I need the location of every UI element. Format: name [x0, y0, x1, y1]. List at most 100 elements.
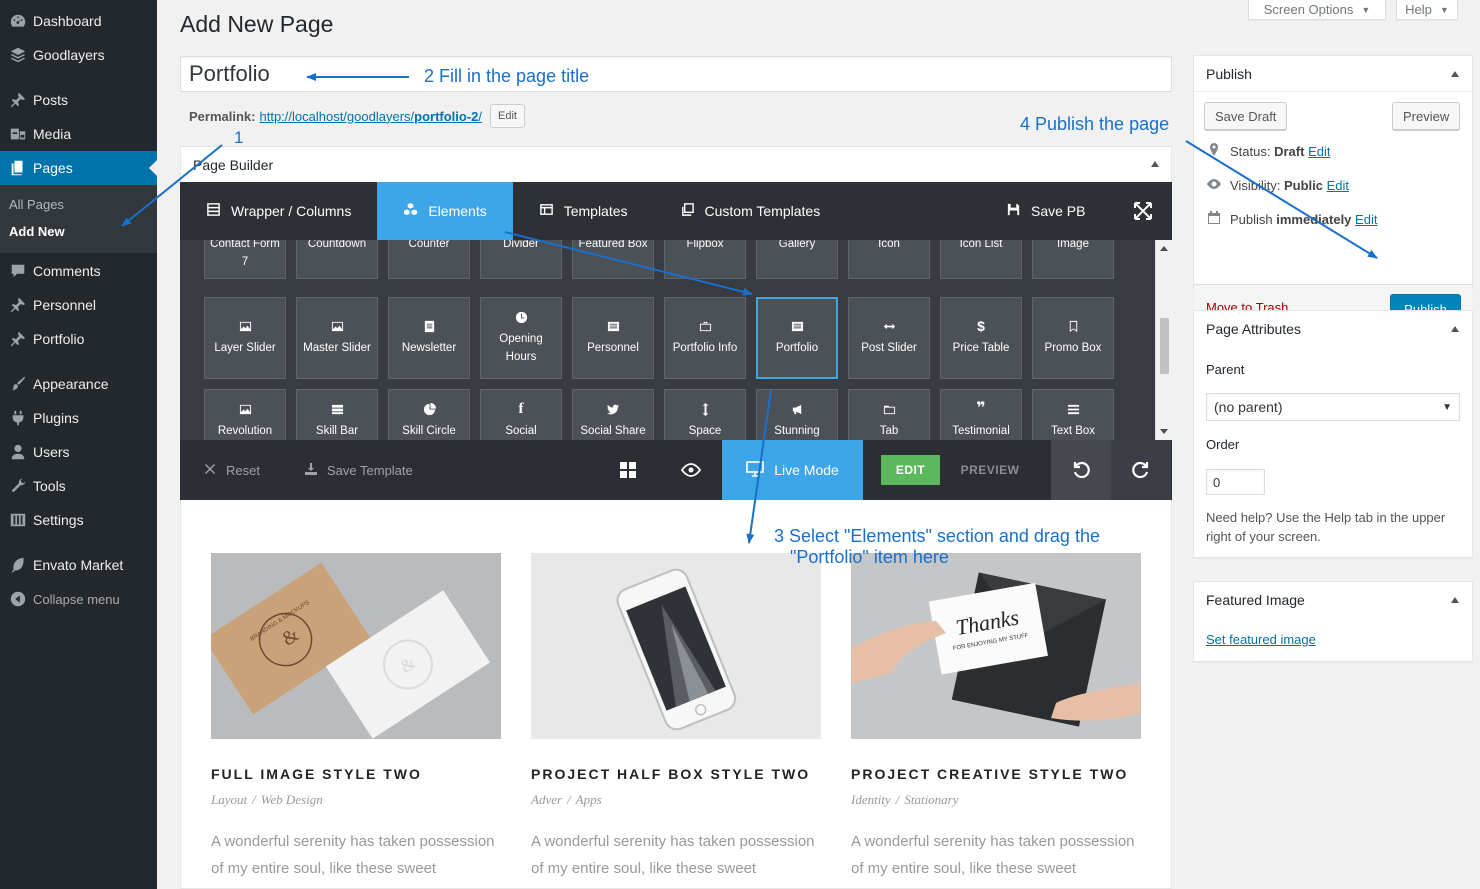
- portfolio-item[interactable]: PROJECT HALF BOX STYLE TWO Adver / Apps A …: [531, 553, 821, 877]
- element-social-share[interactable]: Social Share: [572, 389, 654, 440]
- redo-button[interactable]: [1111, 440, 1171, 500]
- category-link[interactable]: Web Design: [261, 792, 323, 807]
- category-link[interactable]: Stationary: [904, 792, 958, 807]
- element-personnel[interactable]: Personnel: [572, 297, 654, 379]
- category-link[interactable]: Layout: [211, 792, 247, 807]
- portfolio-title[interactable]: FULL IMAGE STYLE TWO: [211, 766, 422, 782]
- visibility-edit-link[interactable]: Edit: [1327, 178, 1349, 193]
- sidebar-item-settings[interactable]: Settings: [0, 503, 157, 537]
- portfolio-title[interactable]: PROJECT HALF BOX STYLE TWO: [531, 766, 810, 782]
- sidebar-item-envato-market[interactable]: Envato Market: [0, 548, 157, 582]
- sidebar-item-media[interactable]: Media: [0, 117, 157, 151]
- reset-button[interactable]: Reset: [204, 463, 260, 478]
- element-image[interactable]: Image: [1032, 240, 1114, 279]
- sidebar-item-appearance[interactable]: Appearance: [0, 367, 157, 401]
- tab-elements[interactable]: Elements: [377, 182, 513, 240]
- element-icon-list[interactable]: Icon List: [940, 240, 1022, 279]
- collapse-toggle-icon[interactable]: [1451, 326, 1459, 332]
- element-flipbox[interactable]: Flipbox: [664, 240, 746, 279]
- preview-mode-button[interactable]: PREVIEW: [955, 455, 1025, 485]
- title-input[interactable]: [180, 56, 1172, 92]
- sidebar-item-plugins[interactable]: Plugins: [0, 401, 157, 435]
- element-revolution[interactable]: Revolution: [204, 389, 286, 440]
- image-icon: [331, 319, 344, 333]
- element-price-table[interactable]: $ Price Table: [940, 297, 1022, 379]
- preview-button[interactable]: Preview: [1392, 102, 1461, 130]
- parent-select[interactable]: (no parent) ▼: [1206, 393, 1460, 421]
- sidebar-item-posts[interactable]: Posts: [0, 83, 157, 117]
- portfolio-thumbnail[interactable]: [531, 553, 821, 739]
- save-draft-button[interactable]: Save Draft: [1204, 102, 1288, 130]
- element-master-slider[interactable]: Master Slider: [296, 297, 378, 379]
- sidebar-item-comments[interactable]: Comments: [0, 254, 157, 288]
- portfolio-title[interactable]: PROJECT CREATIVE STYLE TWO: [851, 766, 1128, 782]
- status-edit-link[interactable]: Edit: [1308, 144, 1330, 159]
- element-post-slider[interactable]: Post Slider: [848, 297, 930, 379]
- collapse-menu-button[interactable]: Collapse menu: [0, 582, 157, 616]
- undo-button[interactable]: [1051, 440, 1111, 500]
- collapse-toggle-icon[interactable]: [1151, 161, 1159, 167]
- element-testimonial[interactable]: ❞ Testimonial: [940, 389, 1022, 440]
- tab-wrapper-columns[interactable]: Wrapper / Columns: [180, 182, 377, 240]
- help-button[interactable]: Help ▼: [1396, 0, 1458, 20]
- permalink-url[interactable]: http://localhost/goodlayers/portfolio-2/: [259, 109, 482, 124]
- submenu-all-pages[interactable]: All Pages: [9, 197, 64, 212]
- save-template-button[interactable]: Save Template: [305, 462, 413, 478]
- collapse-toggle-icon[interactable]: [1451, 71, 1459, 77]
- sidebar-item-pages[interactable]: Pages: [0, 151, 157, 185]
- tab-templates[interactable]: Templates: [513, 182, 654, 240]
- category-link[interactable]: Adver: [531, 792, 562, 807]
- sidebar-item-dashboard[interactable]: Dashboard: [0, 4, 157, 38]
- element-divider[interactable]: Divider: [480, 240, 562, 279]
- sidebar-item-tools[interactable]: Tools: [0, 469, 157, 503]
- element-text-box[interactable]: Text Box: [1032, 389, 1114, 440]
- scroll-down-icon[interactable]: [1160, 429, 1168, 434]
- screen-options-button[interactable]: Screen Options ▼: [1248, 0, 1386, 20]
- element-featured-box[interactable]: Featured Box: [572, 240, 654, 279]
- element-social[interactable]: f Social: [480, 389, 562, 440]
- sidebar-item-personnel[interactable]: Personnel: [0, 288, 157, 322]
- scroll-up-icon[interactable]: [1160, 246, 1168, 251]
- sidebar-item-users[interactable]: Users: [0, 435, 157, 469]
- element-gallery[interactable]: Gallery: [756, 240, 838, 279]
- collapse-toggle-icon[interactable]: [1451, 597, 1459, 603]
- edit-mode-button[interactable]: EDIT: [881, 455, 940, 485]
- portfolio-thumbnail[interactable]: & BRANDING & MOCKUPS &: [211, 553, 501, 739]
- set-featured-image-link[interactable]: Set featured image: [1206, 632, 1316, 647]
- portfolio-item[interactable]: Thanks FOR ENJOYING MY STUFF PROJECT CRE…: [851, 553, 1141, 877]
- portfolio-item[interactable]: & BRANDING & MOCKUPS & FULL IMAGE STYLE …: [211, 553, 501, 877]
- elements-scrollbar[interactable]: [1155, 240, 1172, 440]
- element-countdown[interactable]: Countdown: [296, 240, 378, 279]
- element-counter[interactable]: Counter: [388, 240, 470, 279]
- close-icon: [204, 463, 216, 478]
- eye-icon[interactable]: [680, 463, 702, 480]
- live-mode-button[interactable]: Live Mode: [722, 440, 863, 500]
- publish-date-edit-link[interactable]: Edit: [1355, 212, 1377, 227]
- save-pb-button[interactable]: Save PB: [1006, 182, 1085, 240]
- element-space[interactable]: Space: [664, 389, 746, 440]
- tab-custom-templates[interactable]: Custom Templates: [654, 182, 847, 240]
- element-stunning[interactable]: Stunning: [756, 389, 838, 440]
- element-icon[interactable]: Icon: [848, 240, 930, 279]
- element-portfolio[interactable]: Portfolio: [756, 297, 838, 379]
- portfolio-thumbnail[interactable]: Thanks FOR ENJOYING MY STUFF: [851, 553, 1141, 739]
- element-tab[interactable]: Tab: [848, 389, 930, 440]
- element-promo-box[interactable]: Promo Box: [1032, 297, 1114, 379]
- element-opening-hours[interactable]: Opening Hours: [480, 297, 562, 379]
- scroll-thumb[interactable]: [1160, 318, 1169, 374]
- element-skill-bar[interactable]: Skill Bar: [296, 389, 378, 440]
- order-input[interactable]: 0: [1206, 469, 1265, 495]
- permalink-edit-button[interactable]: Edit: [490, 104, 525, 128]
- element-skill-circle[interactable]: Skill Circle: [388, 389, 470, 440]
- fullscreen-icon[interactable]: [1134, 202, 1152, 223]
- element-contact-form-7[interactable]: Contact Form 7: [204, 240, 286, 279]
- sidebar-item-goodlayers[interactable]: Goodlayers: [0, 38, 157, 72]
- category-link[interactable]: Apps: [576, 792, 602, 807]
- sidebar-item-portfolio[interactable]: Portfolio: [0, 322, 157, 356]
- submenu-add-new[interactable]: Add New: [9, 224, 65, 239]
- element-newsletter[interactable]: Newsletter: [388, 297, 470, 379]
- element-layer-slider[interactable]: Layer Slider: [204, 297, 286, 379]
- grid-view-icon[interactable]: [620, 462, 636, 481]
- category-link[interactable]: Identity: [851, 792, 891, 807]
- element-portfolio-info[interactable]: Portfolio Info: [664, 297, 746, 379]
